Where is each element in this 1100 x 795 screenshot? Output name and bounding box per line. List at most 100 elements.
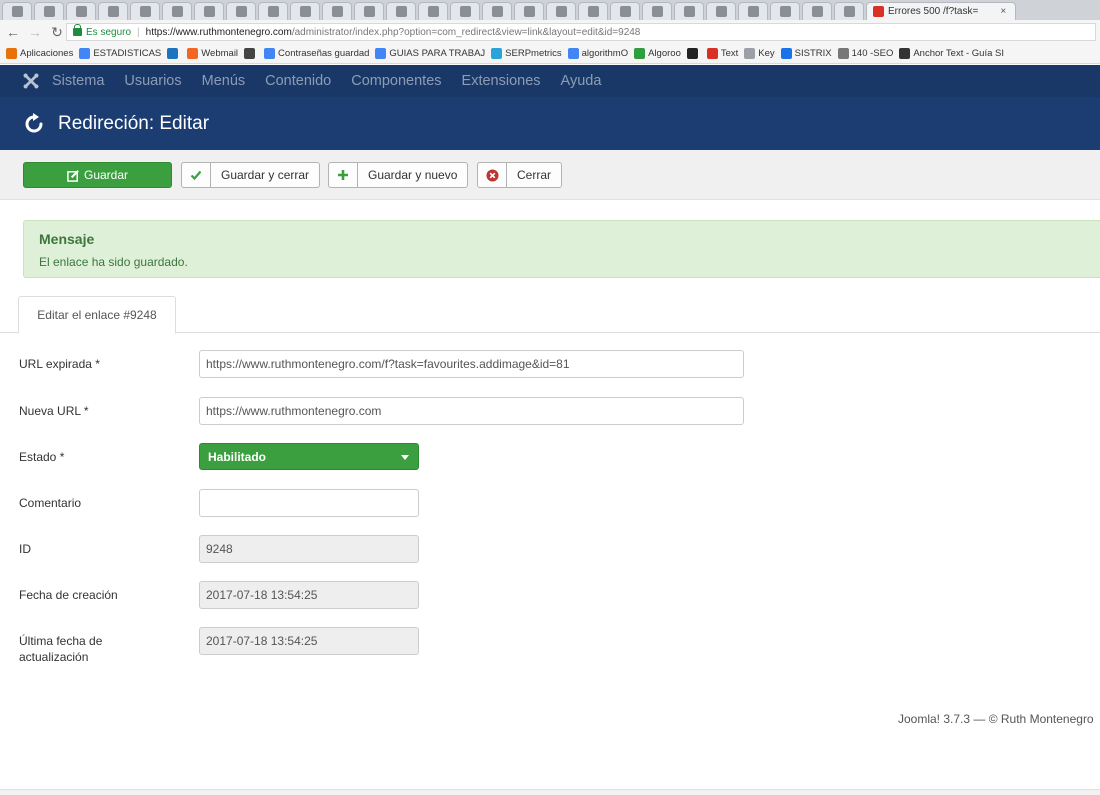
check-icon xyxy=(182,163,211,187)
favicon-icon xyxy=(779,6,791,17)
favicon-icon xyxy=(395,6,407,17)
url-input[interactable]: Es seguro | https://www.ruthmontenegro.c… xyxy=(66,23,1096,41)
bookmark-label: Contraseñas guardad xyxy=(278,48,370,59)
favicon-icon xyxy=(491,6,503,17)
bookmark-item[interactable]: Text xyxy=(706,48,739,59)
new-url-input[interactable]: https://www.ruthmontenegro.com xyxy=(199,397,744,425)
created-date-label: Fecha de creación xyxy=(19,588,118,602)
topnav-item-0[interactable]: Sistema xyxy=(52,73,104,89)
bookmark-item[interactable]: Aplicaciones xyxy=(6,48,73,59)
admin-top-navigation: Sistema Usuarios Menús Contenido Componentes… xyxy=(0,65,1100,97)
status-select-value: Habilitado xyxy=(208,449,267,464)
bars-icon xyxy=(706,48,718,59)
browser-tab[interactable] xyxy=(770,2,800,20)
forward-arrow-icon[interactable]: → xyxy=(26,24,44,40)
browser-tab-strip[interactable]: Errores 500 /f?task= × xyxy=(0,0,1100,20)
browser-tab[interactable] xyxy=(98,2,128,20)
browser-tab[interactable] xyxy=(162,2,192,20)
bookmark-item[interactable]: Algoroo xyxy=(634,48,681,59)
status-select[interactable]: Habilitado xyxy=(199,443,419,470)
browser-tab-title: Errores 500 /f?task= xyxy=(888,6,979,17)
status-label: Estado * xyxy=(19,450,65,464)
favicon-icon xyxy=(235,6,247,17)
b30-icon xyxy=(899,48,911,59)
browser-tab[interactable] xyxy=(706,2,736,20)
page-icon xyxy=(744,48,756,59)
browser-tab[interactable] xyxy=(290,2,320,20)
m-icon xyxy=(167,48,179,59)
bookmark-item[interactable]: algorithmO xyxy=(567,48,629,59)
favicon-icon xyxy=(873,6,884,17)
joomla-logo-icon[interactable] xyxy=(22,72,40,90)
bookmark-item[interactable] xyxy=(686,48,701,59)
bookmark-item[interactable]: Webmail xyxy=(187,48,238,59)
browser-tab[interactable] xyxy=(66,2,96,20)
bookmark-label: Text xyxy=(720,48,739,59)
browser-tab[interactable] xyxy=(834,2,864,20)
browser-tab[interactable] xyxy=(2,2,32,20)
topnav-item-2[interactable]: Menús xyxy=(202,73,246,89)
bookmark-item[interactable]: GUIAS PARA TRABAJ xyxy=(375,48,485,59)
browser-tab[interactable] xyxy=(354,2,384,20)
browser-tab[interactable] xyxy=(578,2,608,20)
tab-close-icon[interactable]: × xyxy=(1000,6,1006,17)
lock-icon xyxy=(73,24,82,36)
bookmark-item[interactable]: ESTADISTICAS xyxy=(79,48,161,59)
browser-tab[interactable] xyxy=(802,2,832,20)
bookmark-item[interactable]: Key xyxy=(744,48,775,59)
tab-edit-link[interactable]: Editar el enlace #9248 xyxy=(18,296,176,334)
reload-icon[interactable]: ↻ xyxy=(48,24,66,41)
browser-tab[interactable] xyxy=(322,2,352,20)
browser-tab[interactable] xyxy=(130,2,160,20)
topnav-item-1[interactable]: Usuarios xyxy=(124,73,181,89)
browser-tab[interactable] xyxy=(386,2,416,20)
save-button[interactable]: Guardar xyxy=(23,162,172,188)
google-icon xyxy=(567,48,579,59)
browser-tab[interactable] xyxy=(258,2,288,20)
favicon-icon xyxy=(75,6,87,17)
browser-tab[interactable] xyxy=(674,2,704,20)
bookmark-label: GUIAS PARA TRABAJ xyxy=(389,48,486,59)
favicon-icon xyxy=(107,6,119,17)
favicon-icon xyxy=(267,6,279,17)
id-label: ID xyxy=(19,542,31,556)
mic-icon xyxy=(244,48,256,59)
browser-tab[interactable] xyxy=(450,2,480,20)
bookmark-item[interactable]: Anchor Text - Guía SI xyxy=(899,48,1004,59)
bookmark-item[interactable]: Contraseñas guardad xyxy=(264,48,369,59)
bookmark-item[interactable]: 140 -SEO xyxy=(837,48,893,59)
browser-tab[interactable] xyxy=(642,2,672,20)
browser-tab[interactable] xyxy=(482,2,512,20)
save-new-button[interactable]: Guardar y nuevo xyxy=(328,162,469,188)
bookmark-item[interactable]: SISTRIX xyxy=(780,48,832,59)
topnav-item-3[interactable]: Contenido xyxy=(265,73,331,89)
browser-tab[interactable] xyxy=(418,2,448,20)
browser-tab[interactable] xyxy=(546,2,576,20)
bookmark-item[interactable] xyxy=(244,48,258,59)
topnav-item-4[interactable]: Componentes xyxy=(351,73,441,89)
browser-tab[interactable] xyxy=(738,2,768,20)
dot-icon xyxy=(686,48,698,59)
browser-tab[interactable] xyxy=(194,2,224,20)
back-arrow-icon[interactable]: ← xyxy=(4,24,22,40)
favicon-icon xyxy=(619,6,631,17)
topnav-item-6[interactable]: Ayuda xyxy=(561,73,602,89)
favicon-icon xyxy=(171,6,183,17)
browser-tab[interactable] xyxy=(610,2,640,20)
browser-tab[interactable] xyxy=(514,2,544,20)
bookmark-item[interactable]: SERPmetrics xyxy=(491,48,562,59)
page-title: Redireción: Editar xyxy=(58,112,210,134)
expired-url-input[interactable]: https://www.ruthmontenegro.com/f?task=fa… xyxy=(199,350,744,378)
browser-tab-active[interactable]: Errores 500 /f?task= × xyxy=(866,2,1016,20)
comment-input[interactable] xyxy=(199,489,419,517)
browser-tab[interactable] xyxy=(226,2,256,20)
save-close-button[interactable]: Guardar y cerrar xyxy=(181,162,321,188)
close-button[interactable]: Cerrar xyxy=(477,162,563,188)
browser-tab[interactable] xyxy=(34,2,64,20)
bookmark-item[interactable] xyxy=(167,48,181,59)
topnav-item-5[interactable]: Extensiones xyxy=(462,73,541,89)
bookmark-label: Key xyxy=(758,48,775,59)
page-bottom-edge xyxy=(0,789,1100,795)
browser-address-bar: ← → ↻ Es seguro | https://www.ruthmonten… xyxy=(0,20,1100,44)
bookmark-label: algorithmO xyxy=(581,48,629,59)
